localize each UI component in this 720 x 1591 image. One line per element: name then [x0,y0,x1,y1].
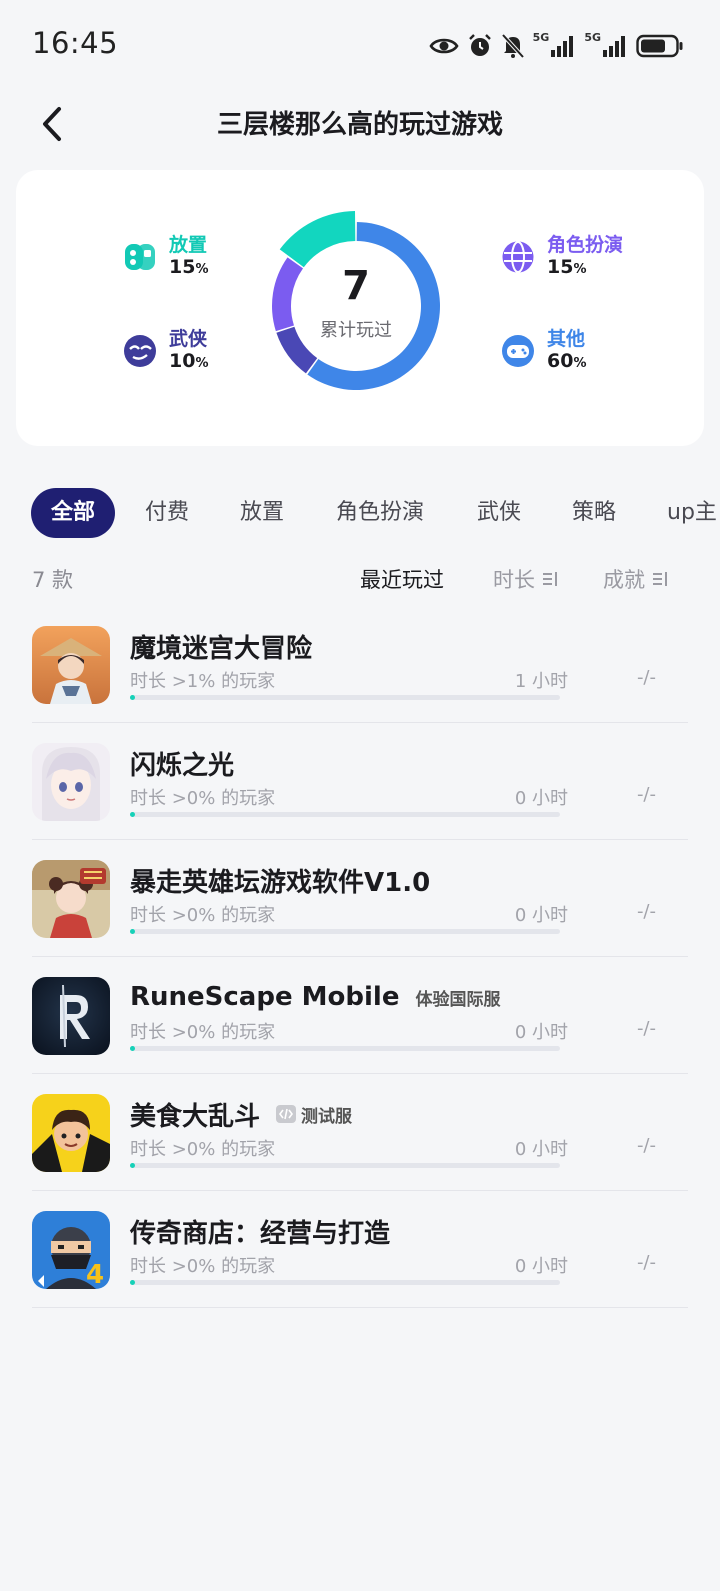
category-wuxia[interactable]: 武侠 10% [122,328,209,372]
tab-up[interactable]: up主 [667,488,717,538]
game-icon-labyrinth [32,626,110,704]
game-list: 魔境迷宫大冒险 时长 >1% 的玩家 1 小时 -/- 闪烁之光 时长 >0% … [0,606,720,1308]
progress-bar [130,1163,560,1168]
game-row[interactable]: RuneScape Mobile 体验国际服 时长 >0% 的玩家 0 小时 -… [32,957,688,1074]
tab-idle[interactable]: 放置 [240,488,284,538]
category-idle[interactable]: 放置 15% [122,234,209,278]
tab-wuxia[interactable]: 武侠 [477,488,521,538]
idle-gamepad-icon [122,239,158,275]
category-name: 放置 [169,234,208,256]
total-played-caption: 累计玩过 [320,320,392,341]
game-achievement: -/- [636,1018,656,1039]
progress-bar [130,929,560,934]
total-played-count: 7 [342,263,370,309]
game-hours: 0 小时 [514,1022,568,1043]
game-name: 魔境迷宫大冒险 [130,633,313,664]
test-server-tag: 测试服 [276,1102,352,1127]
game-duration-rank: 时长 >0% 的玩家 [130,1256,276,1277]
server-tag: 体验国际服 [415,989,501,1010]
status-icons: 5G 5G [429,28,684,64]
category-rpg[interactable]: 角色扮演 15% [500,234,624,278]
category-percent: 15% [169,255,209,278]
game-duration-rank: 时长 >0% 的玩家 [130,1022,276,1043]
category-percent: 15% [547,255,587,278]
list-header: 7 款 最近玩过 时长 成就 [0,556,720,600]
game-duration-rank: 时长 >0% 的玩家 [130,905,276,926]
sort-icon [541,570,559,588]
category-percent: 60% [547,349,587,372]
game-icon-food-brawl [32,1094,110,1172]
header: 三层楼那么高的玩过游戏 [0,90,720,158]
game-achievement: -/- [636,784,656,805]
signal-5g-icon: 5G [533,31,577,58]
game-icon-shining-light [32,743,110,821]
globe-icon [500,239,536,275]
game-duration-rank: 时长 >0% 的玩家 [130,1139,276,1160]
game-hours: 1 小时 [514,671,568,692]
alarm-icon [467,33,493,59]
game-name: 传奇商店：经营与打造 [130,1218,391,1249]
game-row[interactable]: 魔境迷宫大冒险 时长 >1% 的玩家 1 小时 -/- [32,606,688,723]
game-duration-rank: 时长 >1% 的玩家 [130,671,276,692]
page-title: 三层楼那么高的玩过游戏 [216,110,503,140]
game-achievement: -/- [636,1135,656,1156]
game-row[interactable]: 闪烁之光 时长 >0% 的玩家 0 小时 -/- [32,723,688,840]
category-percent: 10% [169,349,209,372]
game-hours: 0 小时 [514,1139,568,1160]
game-hours: 0 小时 [514,788,568,809]
game-icon-wuxia-hero [32,860,110,938]
progress-bar [130,812,560,817]
tab-rpg[interactable]: 角色扮演 [336,488,424,538]
summary-card: 放置 15% 武侠 10% 角色扮演 15% 其他 60% 7 累计玩过 [16,170,704,446]
progress-fill [130,1280,135,1285]
progress-fill [130,1046,135,1051]
category-name: 武侠 [169,328,208,350]
progress-bar [130,1046,560,1051]
game-achievement: -/- [636,1252,656,1273]
progress-fill [130,1163,135,1168]
category-tabs: 全部 付费 放置 角色扮演 武侠 策略 up主 [0,485,720,541]
game-achievement: -/- [636,901,656,922]
game-name: 美食大乱斗 [130,1101,261,1132]
status-bar: 16:45 5G 5G [0,0,720,90]
sort-duration-button[interactable]: 时长 [493,564,559,594]
battery-icon [636,34,684,58]
progress-fill [130,812,135,817]
sort-achievement-button[interactable]: 成就 [603,564,669,594]
game-duration-rank: 时长 >0% 的玩家 [130,788,276,809]
game-name: 暴走英雄坛游戏软件V1.0 [130,867,431,898]
code-icon [276,1105,297,1123]
tab-all[interactable]: 全部 [31,488,115,538]
game-name: 闪烁之光 [130,750,235,781]
wuxia-mask-icon [122,333,158,369]
donut-segment-放置 [279,211,356,268]
game-count: 7 款 [32,568,74,592]
sort-icon [651,570,669,588]
progress-bar [130,695,560,700]
gamepad-icon [500,333,536,369]
game-row[interactable]: 美食大乱斗 测试服 时长 >0% 的玩家 0 小时 -/- [32,1074,688,1191]
game-hours: 0 小时 [514,1256,568,1277]
tab-strategy[interactable]: 策略 [572,488,616,538]
category-name: 其他 [547,328,586,350]
game-row[interactable]: 暴走英雄坛游戏软件V1.0 时长 >0% 的玩家 0 小时 -/- [32,840,688,957]
game-icon-legend-shop: 4 [32,1211,110,1289]
game-row[interactable]: 4 传奇商店：经营与打造 时长 >0% 的玩家 0 小时 -/- [32,1191,688,1308]
game-achievement: -/- [636,667,656,688]
game-hours: 0 小时 [514,905,568,926]
category-other[interactable]: 其他 60% [500,328,587,372]
mute-bell-icon [501,33,525,59]
status-time: 16:45 [32,26,119,60]
signal-5g-icon-2: 5G [584,31,628,58]
progress-fill [130,929,135,934]
sort-recent-button[interactable]: 最近玩过 [360,564,444,594]
progress-fill [130,695,135,700]
game-icon-runescape [32,977,110,1055]
eye-icon [429,35,459,57]
category-name: 角色扮演 [547,234,624,256]
tab-paid[interactable]: 付费 [145,488,189,538]
game-name: RuneScape Mobile [130,982,400,1012]
progress-bar [130,1280,560,1285]
svg-text:4: 4 [86,1260,104,1289]
